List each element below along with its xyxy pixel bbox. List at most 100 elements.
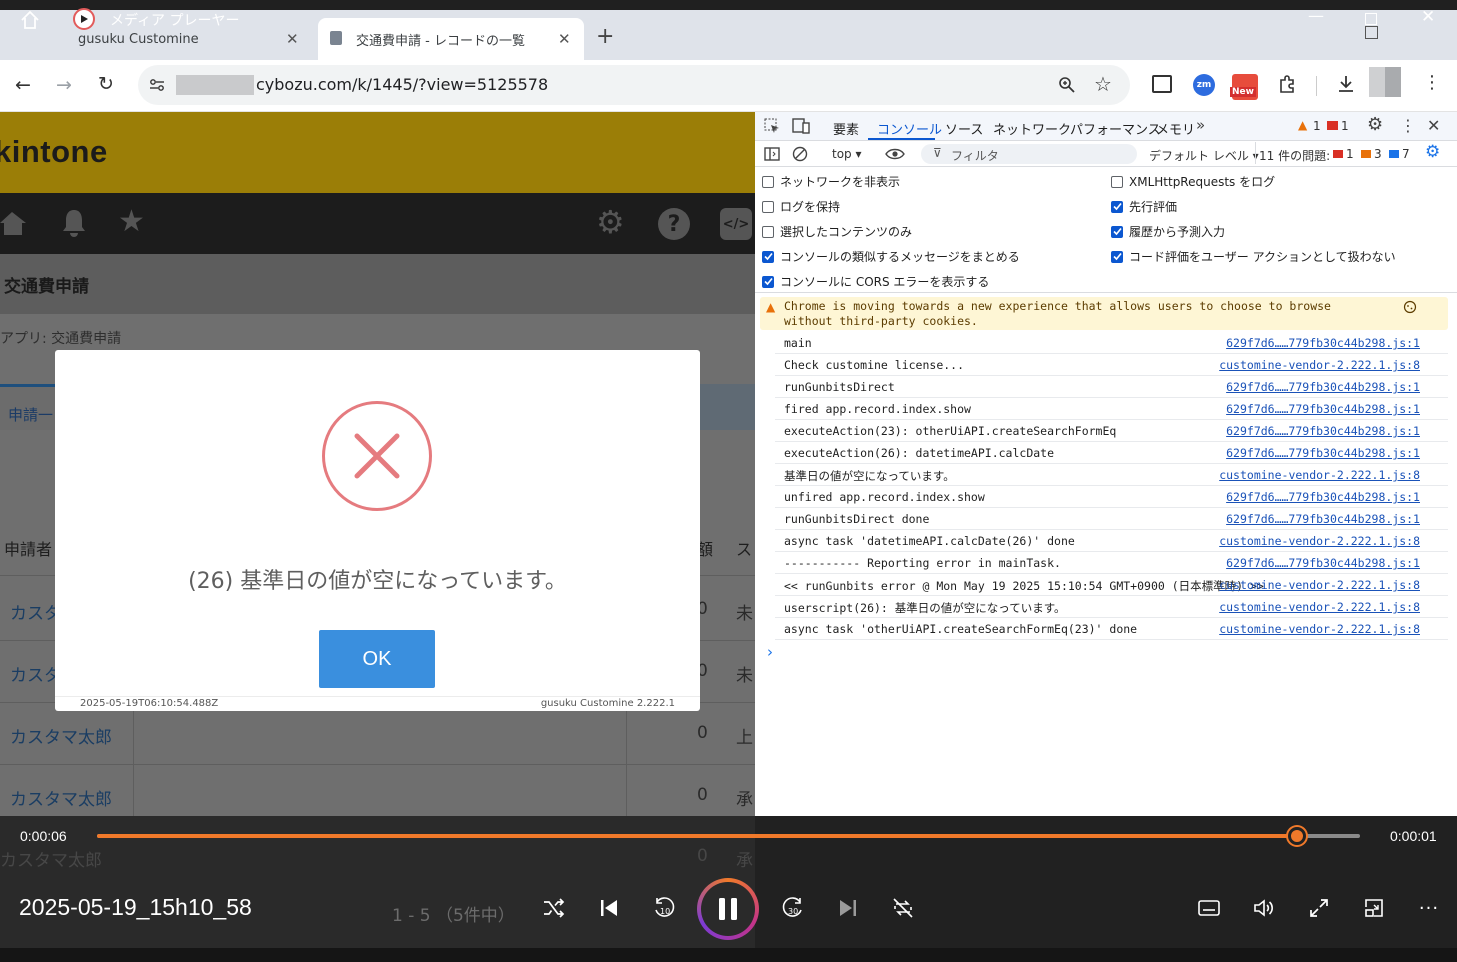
log-source-link[interactable]: 629f7d6……779fb30c44b298.js:1 xyxy=(1226,424,1420,438)
error-count-icon[interactable] xyxy=(1327,121,1338,130)
log-source-link[interactable]: customine-vendor-2.222.1.js:8 xyxy=(1219,468,1420,482)
menu-kebab-icon[interactable]: ⋮ xyxy=(1423,72,1441,93)
log-source-link[interactable]: 629f7d6……779fb30c44b298.js:1 xyxy=(1226,556,1420,570)
close-icon[interactable]: ✕ xyxy=(286,30,299,48)
settings-gear-icon[interactable]: ⚙ xyxy=(1367,114,1383,135)
tab-console[interactable]: コンソール xyxy=(877,119,942,138)
inspect-element-icon[interactable] xyxy=(764,118,780,134)
column-header-status[interactable]: ス xyxy=(736,536,752,560)
opt-user-activation[interactable]: コード評価をユーザー アクションとして扱わない xyxy=(1111,248,1396,265)
console-settings-gear-icon[interactable]: ⚙ xyxy=(1425,142,1440,162)
volume-button[interactable] xyxy=(1244,888,1284,928)
applicant-link[interactable]: カスタマ太郎 xyxy=(10,723,112,748)
log-source-link[interactable]: 629f7d6……779fb30c44b298.js:1 xyxy=(1226,380,1420,394)
tab-performance[interactable]: パフォーマンス xyxy=(1070,119,1161,138)
close-devtools-icon[interactable]: ✕ xyxy=(1427,116,1440,135)
url-text[interactable]: cybozu.com/k/1445/?view=5125578 xyxy=(256,75,548,95)
gear-icon[interactable]: ⚙ xyxy=(596,203,625,241)
device-toolbar-icon[interactable] xyxy=(792,118,810,134)
seek-handle[interactable] xyxy=(1287,827,1306,845)
filter-input[interactable]: ⊽ フィルタ xyxy=(921,144,1137,164)
zoom-extension-icon[interactable]: zm xyxy=(1193,74,1215,96)
subtitles-button[interactable] xyxy=(1189,888,1229,928)
restore-icon[interactable] xyxy=(1365,26,1378,39)
checkbox[interactable] xyxy=(762,175,774,188)
log-source-link[interactable]: customine-vendor-2.222.1.js:8 xyxy=(1219,358,1420,372)
repeat-off-button[interactable] xyxy=(883,888,923,928)
devtools-menu-icon[interactable]: ⋮ xyxy=(1400,116,1416,135)
opt-log-xhr[interactable]: XMLHttpRequests をログ xyxy=(1111,173,1275,190)
log-source-link[interactable]: 629f7d6……779fb30c44b298.js:1 xyxy=(1226,402,1420,416)
more-tabs-chevron-icon[interactable]: » xyxy=(1196,116,1205,134)
tab-elements[interactable]: 要素 xyxy=(833,119,859,138)
opt-show-cors[interactable]: コンソールに CORS エラーを表示する xyxy=(762,273,989,290)
bookmark-star-icon[interactable]: ☆ xyxy=(1094,72,1112,96)
log-source-link[interactable]: 629f7d6……779fb30c44b298.js:1 xyxy=(1226,512,1420,526)
log-source-link[interactable]: customine-vendor-2.222.1.js:8 xyxy=(1219,622,1420,636)
context-selector[interactable]: top ▾ xyxy=(832,147,862,161)
seek-bar[interactable] xyxy=(97,827,1360,845)
checkbox-checked[interactable] xyxy=(762,275,774,288)
tab-network[interactable]: ネットワーク xyxy=(993,119,1071,138)
favorite-star-icon[interactable]: ★ xyxy=(118,204,145,239)
shuffle-button[interactable] xyxy=(534,888,574,928)
table-row[interactable]: カスタマ太郎 0 承 xyxy=(0,765,755,816)
checkbox-checked[interactable] xyxy=(1111,200,1123,213)
next-button[interactable] xyxy=(828,888,868,928)
log-source-link[interactable]: customine-vendor-2.222.1.js:8 xyxy=(1219,600,1420,614)
address-bar[interactable]: cybozu.com/k/1445/?view=5125578 ☆ xyxy=(138,65,1130,105)
download-icon[interactable] xyxy=(1336,74,1356,94)
mini-player-button[interactable] xyxy=(1354,888,1394,928)
tab-customine[interactable]: gusuku Customine ✕ xyxy=(40,18,310,60)
rewind-10-button[interactable]: 10 xyxy=(644,888,684,928)
forward-icon[interactable]: → xyxy=(56,74,72,96)
bell-icon[interactable] xyxy=(60,208,88,238)
kintone-logo[interactable]: kintone xyxy=(0,134,108,170)
sidebar-toggle-icon[interactable] xyxy=(764,146,780,162)
checkbox-checked[interactable] xyxy=(762,250,774,263)
applicant-link[interactable]: カスタ xyxy=(10,661,61,686)
extension-new-icon[interactable]: New xyxy=(1230,74,1258,100)
reload-icon[interactable]: ↻ xyxy=(98,73,114,95)
log-level-selector[interactable]: デフォルト レベル ▾ xyxy=(1149,147,1259,164)
zoom-icon[interactable] xyxy=(1058,76,1076,94)
home-icon[interactable] xyxy=(0,209,28,237)
opt-eager-eval[interactable]: 先行評価 xyxy=(1111,198,1177,215)
profile-avatar[interactable] xyxy=(1369,67,1401,97)
view-tab-selected[interactable]: 申請一 xyxy=(0,384,60,430)
back-icon[interactable]: ← xyxy=(15,74,31,96)
console-prompt[interactable]: › xyxy=(767,643,773,661)
ok-button[interactable]: OK xyxy=(319,630,435,688)
previous-button[interactable] xyxy=(589,888,629,928)
checkbox[interactable] xyxy=(1111,175,1123,188)
applicant-link[interactable]: カスタマ太郎 xyxy=(10,785,112,810)
tab-memory[interactable]: メモリ xyxy=(1156,119,1195,138)
tab-sources[interactable]: ソース xyxy=(945,119,983,138)
table-row[interactable]: カスタマ太郎 0 上 xyxy=(0,703,755,765)
opt-preserve-log[interactable]: ログを保持 xyxy=(762,198,840,215)
opt-selected-context[interactable]: 選択したコンテンツのみ xyxy=(762,223,912,240)
screen-capture-icon[interactable] xyxy=(1152,75,1172,93)
forward-30-button[interactable]: 30 xyxy=(773,888,813,928)
log-source-link[interactable]: 629f7d6……779fb30c44b298.js:1 xyxy=(1226,490,1420,504)
help-icon[interactable]: ? xyxy=(658,208,690,240)
fullscreen-button[interactable] xyxy=(1299,888,1339,928)
tab-kotsuhi[interactable]: 交通費申請 - レコードの一覧 ✕ xyxy=(318,18,584,60)
log-source-link[interactable]: customine-vendor-2.222.1.js:8 xyxy=(1219,578,1420,592)
checkbox[interactable] xyxy=(762,200,774,213)
cookie-icon[interactable] xyxy=(1403,300,1417,314)
checkbox[interactable] xyxy=(762,225,774,238)
log-source-link[interactable]: 629f7d6……779fb30c44b298.js:1 xyxy=(1226,446,1420,460)
pause-button[interactable] xyxy=(697,878,759,940)
new-tab-icon[interactable]: + xyxy=(596,24,614,49)
opt-group-similar[interactable]: コンソールの類似するメッセージをまとめる xyxy=(762,248,1020,265)
live-expression-eye-icon[interactable] xyxy=(885,147,905,161)
more-options-button[interactable]: ··· xyxy=(1409,888,1449,928)
opt-hide-network[interactable]: ネットワークを非表示 xyxy=(762,173,900,190)
warning-count-icon[interactable]: ▲ xyxy=(1298,118,1307,132)
site-settings-icon[interactable] xyxy=(148,76,166,94)
checkbox-checked[interactable] xyxy=(1111,250,1123,263)
extensions-puzzle-icon[interactable] xyxy=(1277,74,1297,94)
applicant-link[interactable]: カスタ xyxy=(10,599,61,624)
log-source-link[interactable]: customine-vendor-2.222.1.js:8 xyxy=(1219,534,1420,548)
